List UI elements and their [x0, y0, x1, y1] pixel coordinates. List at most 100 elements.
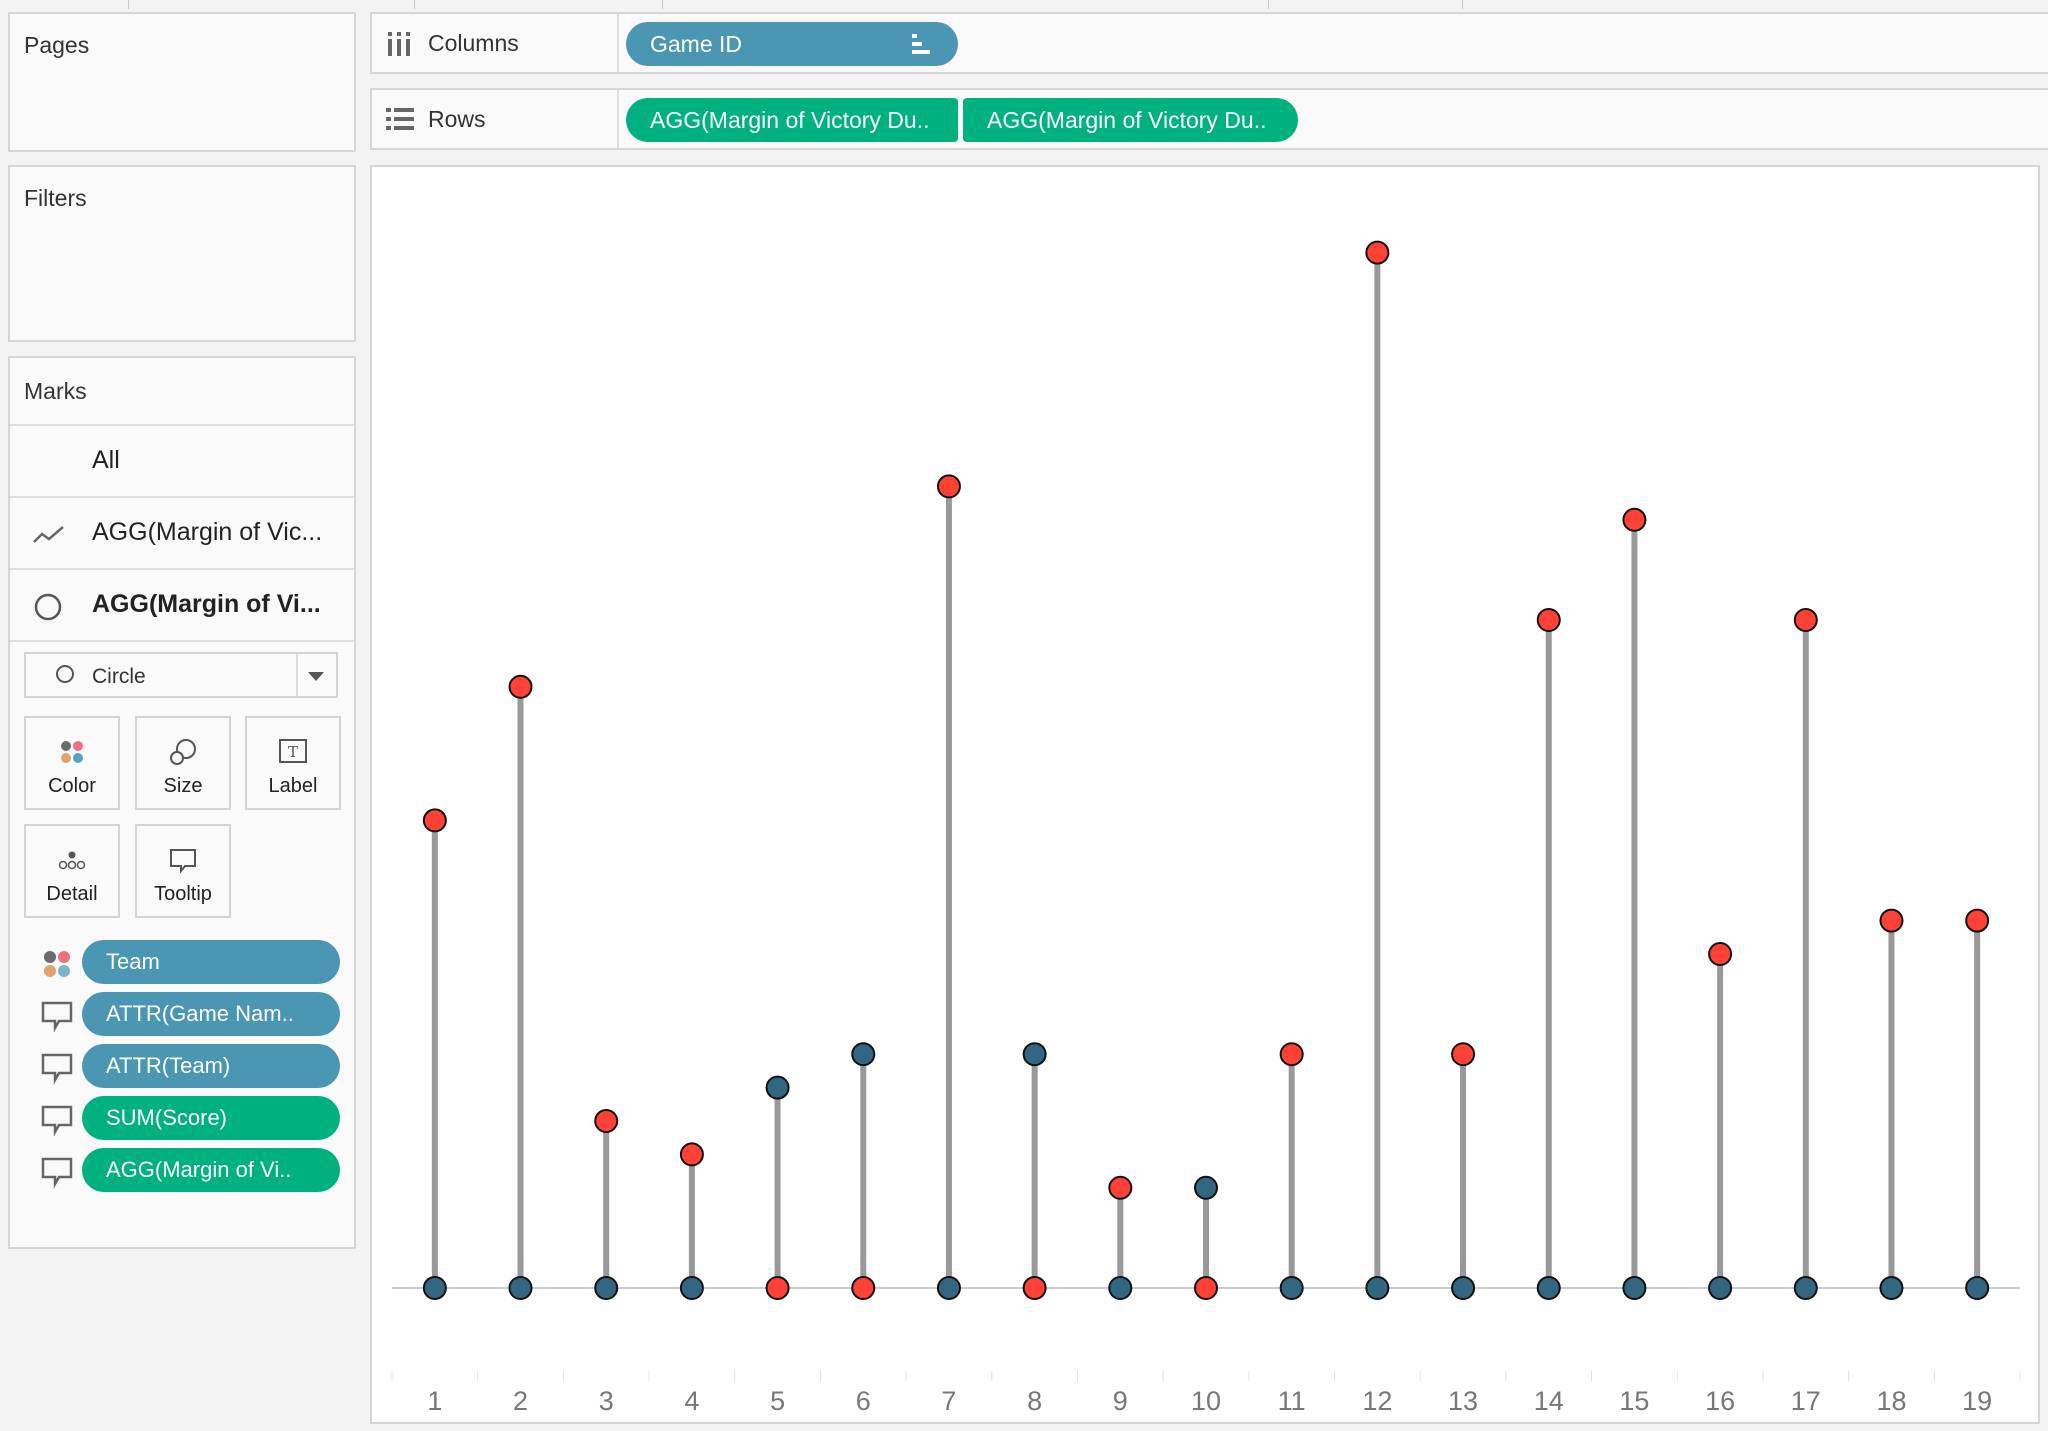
baseline-point — [765, 1276, 790, 1300]
x-tick-label: 4 — [684, 1386, 699, 1416]
size-label: Size — [163, 775, 203, 797]
detail-button[interactable]: Detail — [24, 824, 120, 918]
marks-tab-circle[interactable]: AGG(Margin of Vi... — [10, 568, 354, 640]
detail-icon — [56, 844, 88, 876]
baseline-point — [1708, 1276, 1733, 1300]
x-tick-label: 8 — [1027, 1386, 1042, 1416]
x-tick-label: 12 — [1362, 1386, 1392, 1416]
marks-title: Marks — [24, 378, 87, 404]
margin-point — [936, 474, 961, 499]
baseline-point — [1108, 1276, 1133, 1300]
label-button[interactable]: T Label — [245, 716, 341, 810]
margin-point — [851, 1042, 876, 1067]
color-icon — [56, 736, 88, 768]
divider — [296, 654, 298, 696]
baseline-point — [422, 1276, 447, 1300]
rows-pill-margin-2[interactable]: AGG(Margin of Victory Du.. — [963, 98, 1298, 142]
margin-point — [422, 808, 447, 833]
color-button[interactable]: Color — [24, 716, 120, 810]
chart-view[interactable]: 1 2 3 4 5 6 7 8 9 10 11 12 13 14 15 16 17 18 19 — [370, 165, 2040, 1424]
agg-margin-pill[interactable]: AGG(Margin of Vi.. — [82, 1148, 340, 1192]
baseline-point — [1194, 1276, 1218, 1300]
baseline-point — [1022, 1276, 1047, 1300]
baseline-point — [679, 1276, 704, 1300]
margin-point — [1965, 908, 1990, 933]
margin-point — [1022, 1042, 1047, 1067]
marks-tab-line[interactable]: AGG(Margin of Vic... — [10, 496, 354, 568]
line-icon — [32, 520, 64, 548]
baseline-point — [1965, 1276, 1990, 1300]
marks-pill-row: SUM(Score) — [10, 1096, 354, 1142]
rows-shelf[interactable]: Rows AGG(Margin of Victory Du.. AGG(Marg… — [370, 88, 2048, 150]
size-button[interactable]: Size — [135, 716, 231, 810]
x-tick-label: 10 — [1191, 1386, 1221, 1416]
rows-pill-margin-1[interactable]: AGG(Margin of Victory Du.. — [626, 98, 958, 142]
marks-pill-row: ATTR(Team) — [10, 1044, 354, 1090]
rows-icon — [386, 108, 414, 132]
margin-point — [1279, 1042, 1304, 1067]
columns-icon — [386, 32, 412, 56]
x-tick-label: 7 — [941, 1386, 956, 1416]
baseline-point — [508, 1276, 533, 1300]
tooltip-icon — [40, 1000, 74, 1033]
attr-game-name-pill[interactable]: ATTR(Game Nam.. — [82, 992, 340, 1036]
baseline-point — [1365, 1276, 1390, 1300]
mark-type-dropdown[interactable]: Circle — [24, 652, 338, 698]
x-tick-label: 18 — [1876, 1386, 1906, 1416]
baseline-point — [1279, 1276, 1304, 1300]
margin-point — [1108, 1175, 1133, 1200]
baseline-point — [594, 1276, 619, 1300]
x-tick-label: 1 — [427, 1386, 442, 1416]
divider — [1268, 0, 1269, 9]
margin-point — [1365, 240, 1390, 265]
sum-score-pill[interactable]: SUM(Score) — [82, 1096, 340, 1140]
margin-point — [1622, 507, 1647, 532]
label-label: Label — [268, 775, 318, 797]
marks-tab-label: All — [92, 446, 120, 474]
attr-team-pill[interactable]: ATTR(Team) — [82, 1044, 340, 1088]
rows-label: Rows — [428, 106, 486, 132]
margin-point — [1879, 908, 1904, 933]
divider — [662, 0, 663, 9]
marks-tab-label: AGG(Margin of Vic... — [92, 518, 323, 546]
marks-pill-row: AGG(Margin of Vi.. — [10, 1148, 354, 1194]
pages-shelf[interactable]: Pages — [8, 12, 356, 152]
tooltip-button[interactable]: Tooltip — [135, 824, 231, 918]
sort-ascending-icon[interactable] — [910, 34, 932, 54]
pages-title: Pages — [24, 32, 90, 58]
size-icon — [167, 736, 199, 768]
margin-point — [1536, 608, 1561, 632]
game-id-pill-label: Game ID — [650, 31, 743, 57]
baseline-point — [1451, 1276, 1476, 1300]
divider — [617, 90, 619, 148]
baseline-point — [1536, 1276, 1561, 1300]
margin-point — [1194, 1175, 1218, 1200]
team-pill[interactable]: Team — [82, 940, 340, 984]
chevron-down-icon[interactable] — [308, 672, 324, 681]
baseline-point — [851, 1276, 876, 1300]
x-tick-label: 11 — [1278, 1386, 1306, 1416]
x-tick-label: 17 — [1791, 1386, 1821, 1416]
detail-label: Detail — [46, 883, 98, 905]
lollipop-chart: 1 2 3 4 5 6 7 8 9 10 11 12 13 14 15 16 17 18 19 — [391, 240, 2021, 1416]
tooltip-icon — [40, 1052, 74, 1085]
x-tick-label: 2 — [513, 1386, 528, 1416]
filters-shelf[interactable]: Filters — [8, 165, 356, 342]
baseline-point — [1879, 1276, 1904, 1300]
margin-point — [508, 674, 533, 699]
marks-tab-all[interactable]: All — [10, 424, 354, 496]
divider — [128, 0, 129, 9]
margin-point — [679, 1142, 704, 1167]
svg-text:T: T — [288, 743, 298, 761]
columns-shelf[interactable]: Columns Game ID — [370, 12, 2048, 74]
divider — [1462, 0, 1463, 9]
columns-label: Columns — [428, 30, 519, 56]
game-id-pill[interactable]: Game ID — [626, 22, 958, 66]
mark-type-value: Circle — [92, 665, 146, 688]
color-icon — [40, 948, 74, 980]
top-toolbar-strip — [0, 0, 2048, 12]
tooltip-icon — [40, 1104, 74, 1137]
x-tick-label: 19 — [1962, 1386, 1992, 1416]
color-label: Color — [48, 775, 96, 797]
baseline-point — [1622, 1276, 1647, 1300]
